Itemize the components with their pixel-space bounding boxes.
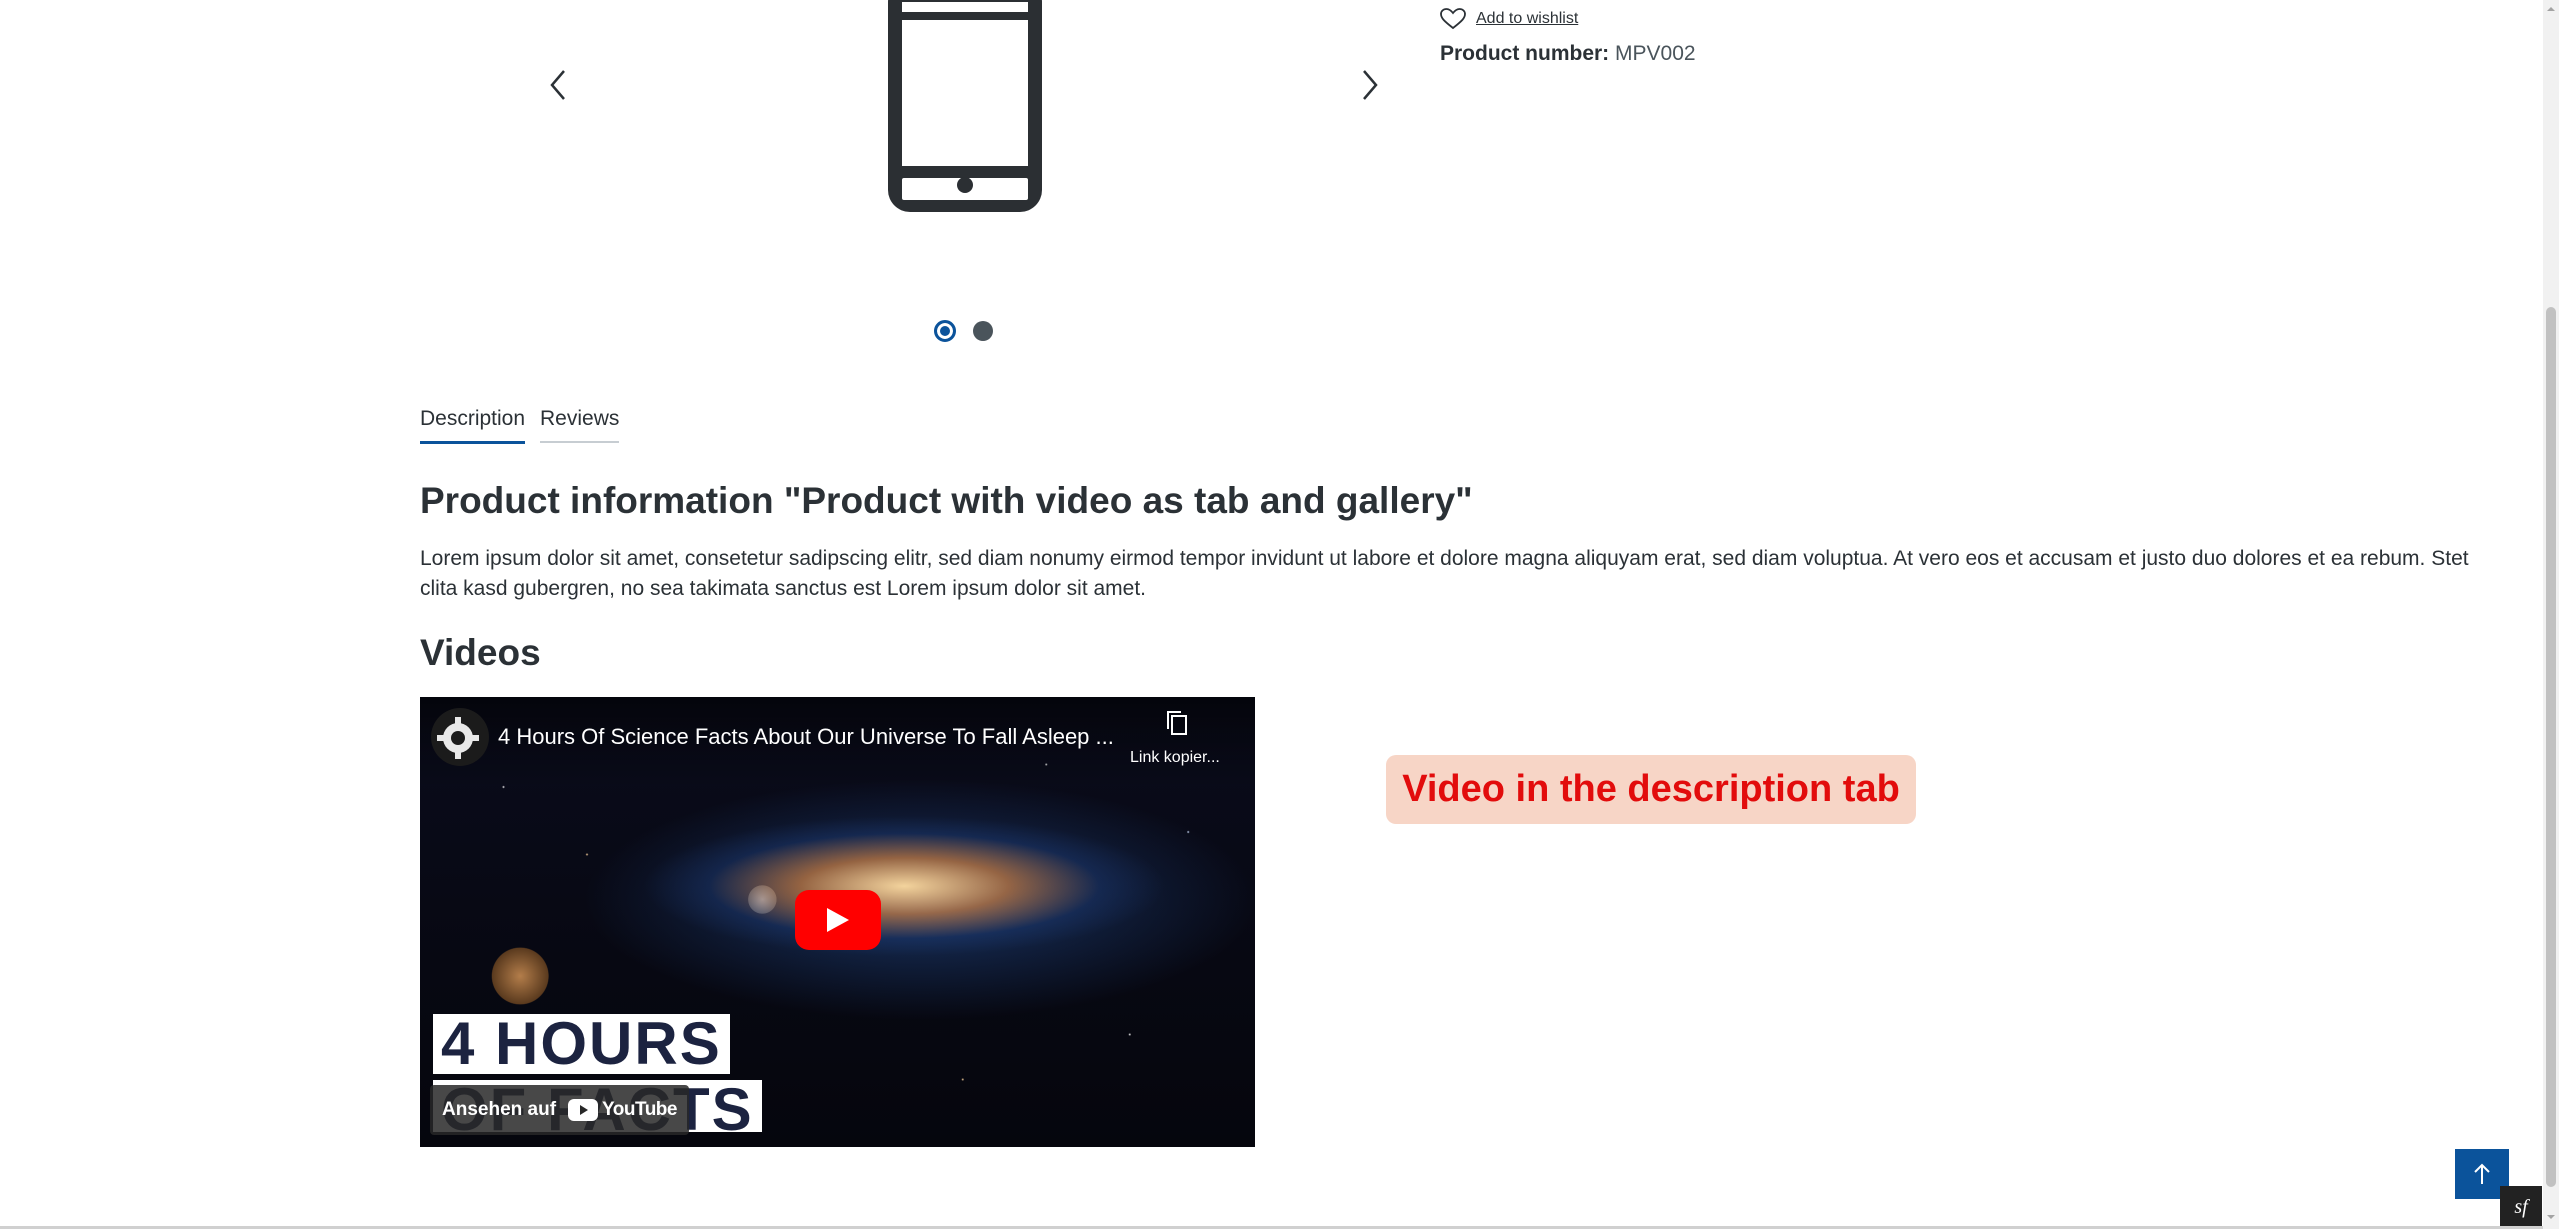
copy-icon	[1167, 711, 1187, 735]
chevron-right-icon	[1363, 70, 1378, 100]
youtube-logo: YouTube	[568, 1099, 677, 1121]
product-number-label: Product number:	[1440, 42, 1610, 65]
copy-link-button[interactable]	[1165, 709, 1189, 742]
product-description: Lorem ipsum dolor sit amet, consetetur s…	[420, 547, 2469, 600]
gear-icon	[431, 708, 489, 766]
product-number-value: MPV002	[1615, 42, 1696, 65]
scrollbar-thumb[interactable]	[2546, 307, 2556, 1187]
gallery-next-button[interactable]	[1350, 55, 1390, 115]
play-button[interactable]	[795, 890, 881, 950]
video-title[interactable]: 4 Hours Of Science Facts About Our Unive…	[498, 724, 1114, 750]
product-image[interactable]	[880, 0, 1050, 225]
gallery-prev-button[interactable]	[538, 55, 578, 115]
symfony-toolbar-toggle[interactable]: sf	[2500, 1186, 2542, 1229]
tab-description[interactable]: Description	[420, 407, 526, 444]
videos-heading: Videos	[420, 632, 541, 673]
chevron-left-icon	[550, 70, 565, 100]
video-overlay-text-1: 4 HOURS	[433, 1014, 730, 1074]
scroll-up-arrow-icon[interactable]	[2546, 4, 2556, 14]
youtube-icon	[568, 1099, 599, 1121]
gallery-dot-1[interactable]	[934, 320, 956, 342]
gallery-dot-2[interactable]	[973, 321, 993, 341]
heart-icon	[1440, 8, 1466, 30]
scroll-down-arrow-icon[interactable]	[2546, 1212, 2556, 1222]
annotation-text: Video in the description tab	[1402, 768, 1900, 810]
play-icon	[827, 908, 849, 932]
youtube-video-embed[interactable]: 4 Hours Of Science Facts About Our Unive…	[420, 697, 1255, 1147]
channel-avatar[interactable]	[430, 707, 490, 767]
tab-reviews[interactable]: Reviews	[540, 407, 620, 443]
arrow-up-icon	[2474, 1163, 2490, 1184]
wishlist-label: Add to wishlist	[1476, 10, 1579, 27]
product-info-heading: Product information "Product with video …	[420, 480, 1473, 521]
product-number: Product number: MPV002	[1440, 42, 1696, 66]
watch-on-youtube-button[interactable]: Ansehen auf YouTube	[430, 1085, 689, 1135]
smartphone-icon	[888, 0, 1042, 212]
copy-link-label: Link kopier...	[1130, 749, 1220, 766]
watch-on-label: Ansehen auf	[442, 1099, 557, 1120]
annotation-callout: Video in the description tab	[1386, 755, 1916, 824]
youtube-label: YouTube	[602, 1099, 677, 1120]
add-to-wishlist-link[interactable]: Add to wishlist	[1440, 8, 1578, 30]
symfony-icon: sf	[2514, 1196, 2528, 1218]
